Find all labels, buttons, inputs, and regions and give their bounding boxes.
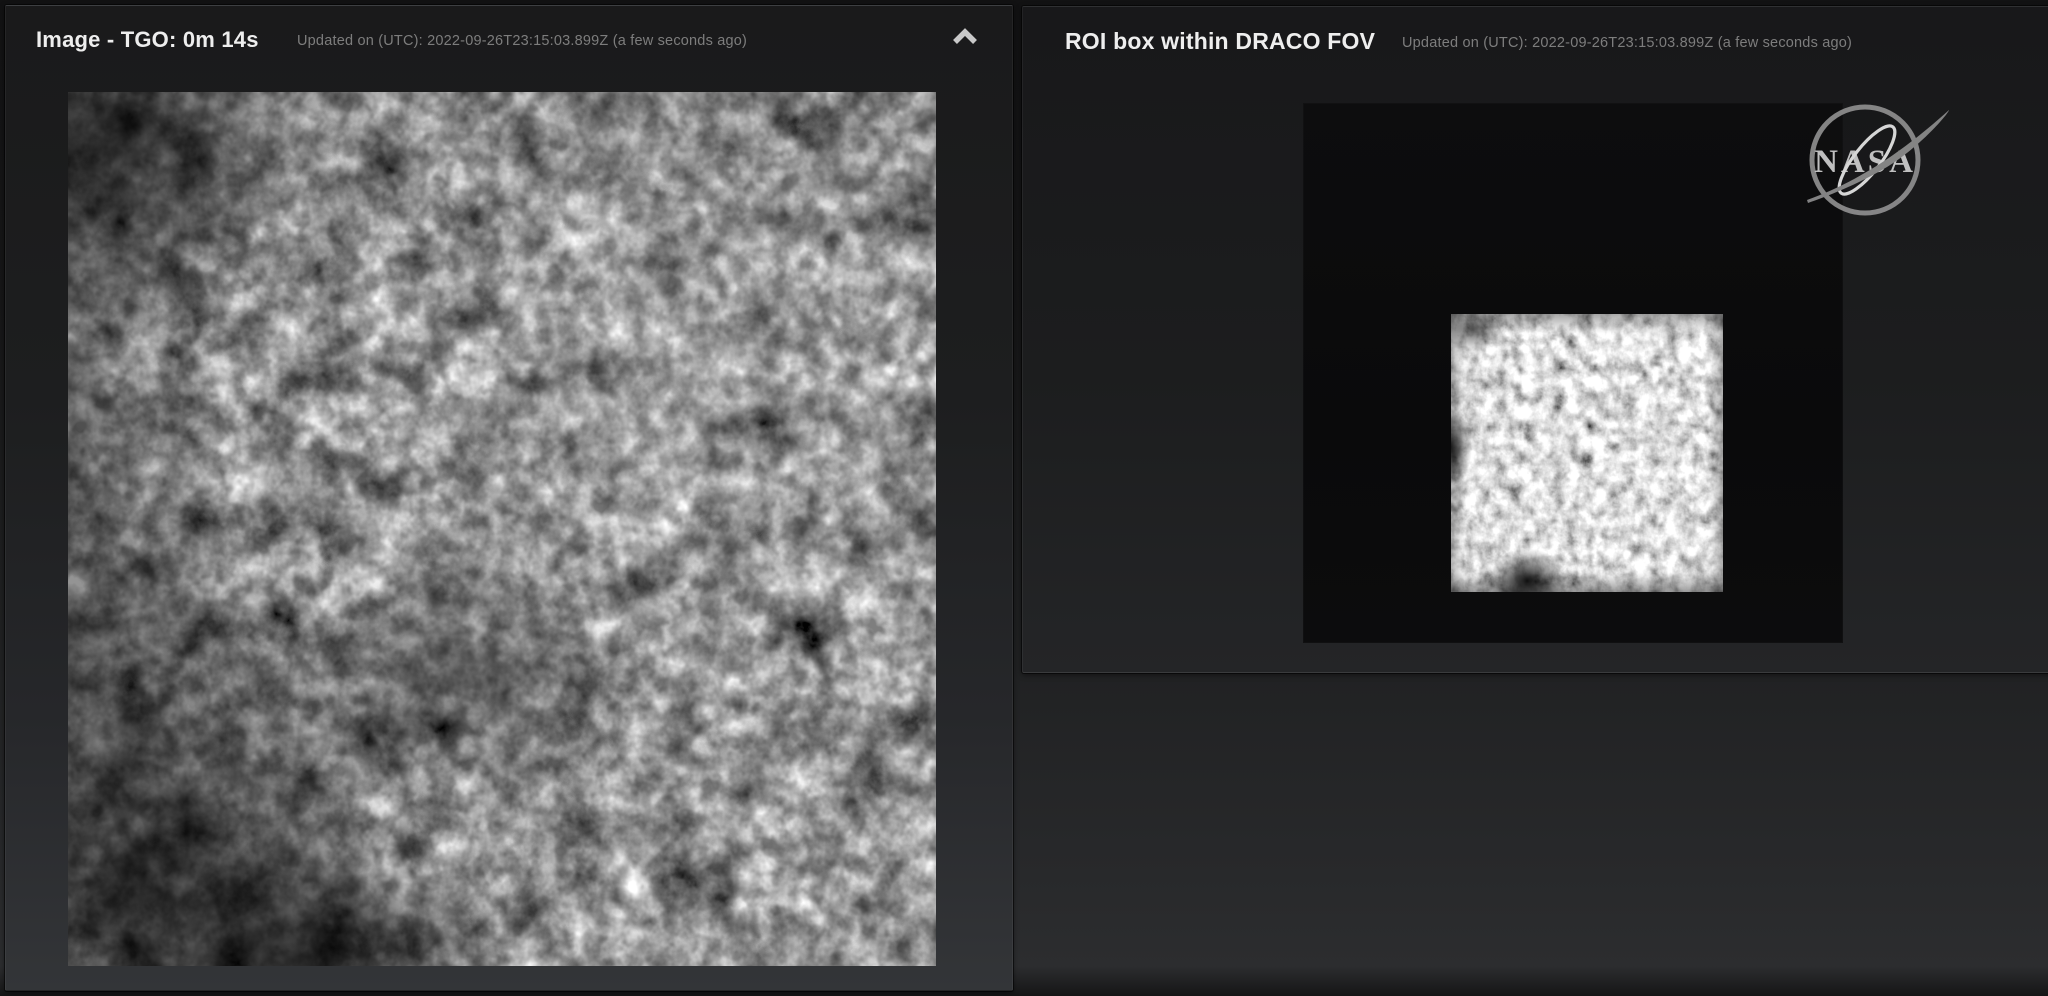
roi-draco-fov-panel: ROI box within DRACO FOV Updated on (UTC… [1022, 6, 2048, 673]
nasa-logo-icon: NASA [1799, 99, 1955, 219]
image-tgo-updated-text: Updated on (UTC): 2022-09-26T23:15:03.89… [297, 33, 747, 49]
roi-updated-text: Updated on (UTC): 2022-09-26T23:15:03.89… [1402, 35, 1852, 51]
tgo-asteroid-image [68, 92, 936, 966]
roi-asteroid-image [1451, 314, 1723, 592]
asteroid-image-shading [68, 92, 936, 966]
chevron-up-icon [948, 24, 982, 50]
image-tgo-panel-title: Image - TGO: 0m 14s [36, 27, 259, 53]
roi-image-shading [1451, 314, 1723, 592]
roi-panel-title: ROI box within DRACO FOV [1065, 28, 1375, 55]
image-tgo-panel: Image - TGO: 0m 14s Updated on (UTC): 20… [5, 5, 1013, 991]
dart-mission-dashboard: Image - TGO: 0m 14s Updated on (UTC): 20… [0, 0, 2048, 996]
collapse-panel-button[interactable] [944, 18, 986, 56]
